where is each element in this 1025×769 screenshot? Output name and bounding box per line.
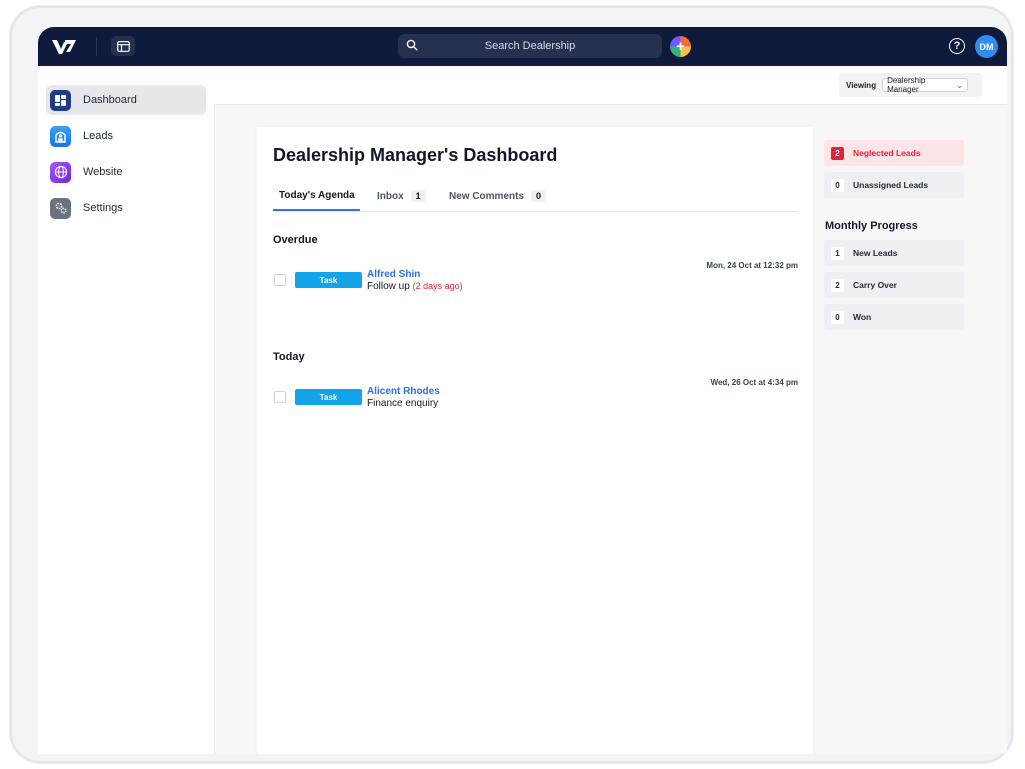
monthly-progress-title: Monthly Progress — [825, 220, 918, 232]
sidebar-item-label: Dashboard — [83, 94, 137, 106]
task-row: Task Alicent Rhodes Finance enquiry Wed,… — [273, 378, 798, 414]
sidebar: Dashboard Leads Website Settings — [38, 66, 215, 754]
unassigned-leads-label: Unassigned Leads — [853, 180, 929, 190]
agenda-tabs: Today's Agenda Inbox 1 New Comments 0 — [273, 187, 798, 212]
globe-icon — [50, 161, 71, 183]
task-checkbox[interactable] — [274, 274, 286, 286]
page-header: Viewing Dealership Manager ⌄ — [214, 66, 1007, 105]
tab-count-badge: 0 — [531, 190, 547, 202]
section-heading-today: Today — [273, 351, 305, 363]
sidebar-item-settings[interactable]: Settings — [46, 193, 206, 223]
neglected-leads-label: Neglected Leads — [853, 148, 921, 158]
section-heading-overdue: Overdue — [273, 234, 318, 246]
plus-icon: + — [676, 38, 685, 55]
topbar-divider — [96, 37, 97, 56]
lead-name-link[interactable]: Alicent Rhodes — [367, 386, 440, 397]
task-desc-text: Follow up — [367, 281, 410, 292]
tab-label: New Comments — [449, 190, 525, 202]
task-type-badge: Task — [295, 272, 362, 288]
task-description: Finance enquiry — [367, 398, 438, 409]
top-bar: Search Dealership + ? DM — [38, 27, 1007, 66]
user-avatar[interactable]: DM — [975, 35, 998, 58]
dashboard-panel: Dealership Manager's Dashboard Today's A… — [257, 127, 813, 754]
viewing-selector: Viewing Dealership Manager ⌄ — [839, 73, 982, 97]
neglected-leads-count: 2 — [831, 146, 844, 160]
sidebar-item-label: Website — [83, 166, 123, 178]
neglected-leads-card[interactable]: 2 Neglected Leads — [824, 140, 964, 166]
active-tab-indicator — [273, 209, 360, 211]
tab-inbox[interactable]: Inbox 1 — [377, 190, 426, 202]
help-icon[interactable]: ? — [949, 38, 965, 54]
tab-label: Inbox — [377, 190, 404, 202]
search-input[interactable]: Search Dealership — [398, 40, 662, 52]
layout-icon — [116, 40, 130, 52]
viewing-value: Dealership Manager — [887, 76, 926, 94]
overdue-age: (2 days ago) — [412, 281, 463, 291]
new-leads-label: New Leads — [853, 248, 898, 258]
sidebar-item-dashboard[interactable]: Dashboard — [46, 85, 206, 115]
unassigned-leads-count: 0 — [831, 178, 844, 192]
tab-count-badge: 1 — [410, 190, 426, 202]
carry-over-card[interactable]: 2 Carry Over — [824, 272, 964, 298]
new-leads-card[interactable]: 1 New Leads — [824, 240, 964, 266]
page-title: Dealership Manager's Dashboard — [273, 145, 558, 165]
task-desc-text: Finance enquiry — [367, 398, 439, 409]
brand-logo-icon[interactable] — [50, 36, 78, 56]
viewing-label: Viewing — [846, 80, 877, 90]
sidebar-item-leads[interactable]: Leads — [46, 121, 206, 151]
task-due-date: Wed, 26 Oct at 4:34 pm — [710, 378, 798, 387]
viewing-dropdown[interactable]: Dealership Manager ⌄ — [882, 76, 969, 94]
leads-icon — [50, 125, 71, 147]
quick-add-button[interactable]: + — [670, 36, 691, 57]
new-leads-count: 1 — [831, 246, 844, 260]
dashboard-icon — [50, 89, 71, 111]
won-label: Won — [853, 312, 872, 322]
search-bar[interactable]: Search Dealership — [398, 34, 662, 58]
tab-label: Today's Agenda — [279, 190, 355, 201]
unassigned-leads-card[interactable]: 0 Unassigned Leads — [824, 172, 964, 198]
carry-over-count: 2 — [831, 278, 844, 292]
tab-todays-agenda[interactable]: Today's Agenda — [279, 190, 355, 201]
layout-toggle-button[interactable] — [111, 36, 135, 56]
task-checkbox[interactable] — [274, 391, 286, 403]
tab-new-comments[interactable]: New Comments 0 — [449, 190, 547, 202]
task-type-badge: Task — [295, 389, 362, 405]
task-row: Task Alfred Shin Follow up (2 days ago) … — [273, 261, 798, 297]
sidebar-item-label: Settings — [83, 202, 123, 214]
gear-icon — [50, 197, 71, 219]
sidebar-item-website[interactable]: Website — [46, 157, 206, 187]
won-card[interactable]: 0 Won — [824, 304, 964, 330]
search-icon — [406, 39, 418, 51]
chevron-down-icon: ⌄ — [956, 80, 964, 90]
won-count: 0 — [831, 310, 844, 324]
task-description: Follow up (2 days ago) — [367, 281, 463, 292]
carry-over-label: Carry Over — [853, 280, 897, 290]
lead-name-link[interactable]: Alfred Shin — [367, 269, 420, 280]
task-due-date: Mon, 24 Oct at 12:32 pm — [706, 261, 798, 270]
app-window: Search Dealership + ? DM Dashboard Leads… — [38, 27, 1007, 754]
sidebar-item-label: Leads — [83, 130, 113, 142]
device-frame: Search Dealership + ? DM Dashboard Leads… — [10, 6, 1013, 763]
